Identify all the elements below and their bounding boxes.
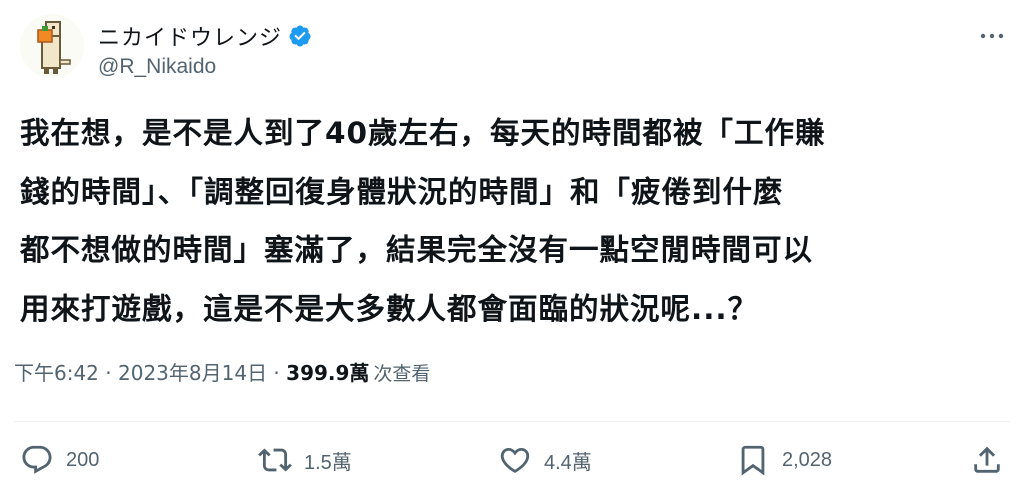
bookmark-icon: [741, 445, 765, 476]
retweet-icon: [258, 448, 292, 472]
tweet-time[interactable]: 下午6:42: [14, 357, 99, 386]
pixel-dog-with-orange-icon: [20, 14, 84, 78]
display-name[interactable]: ニカイドウレンジ: [98, 20, 282, 52]
like-count: 4.4萬: [544, 451, 592, 474]
verified-badge-icon: [289, 25, 311, 47]
retweet-count: 1.5萬: [304, 451, 352, 474]
heart-icon: [500, 447, 530, 473]
meta-separator: ·: [98, 361, 118, 385]
divider: [14, 421, 1010, 422]
reply-button[interactable]: 200: [20, 440, 99, 480]
tweet-header: ニカイドウレンジ @R_Nikaido: [20, 14, 1010, 86]
tweet-date[interactable]: 2023年8月14日: [118, 357, 267, 386]
like-button[interactable]: 4.4萬: [498, 440, 592, 480]
meta-separator: ·: [267, 361, 287, 385]
bookmark-count: 2,028: [782, 448, 833, 471]
share-button[interactable]: [970, 440, 1004, 480]
views-count: 399.9萬: [286, 361, 370, 385]
name-row: ニカイドウレンジ: [98, 20, 312, 52]
more-options-icon[interactable]: [978, 26, 1006, 46]
avatar[interactable]: [20, 14, 84, 78]
tweet-meta: 下午6:42 · 2023年8月14日 · 399.9萬 次查看: [14, 357, 430, 386]
bookmark-button[interactable]: 2,028: [736, 440, 832, 480]
tweet-text: 我在想，是不是人到了40歲左右，每天的時間都被「工作賺 錢的時間」、「調整回復身…: [20, 116, 826, 326]
user-handle[interactable]: @R_Nikaido: [98, 55, 216, 79]
action-bar: 200 1.5萬 4.4萬 2,028: [20, 440, 1010, 480]
views-label: 次查看: [373, 363, 431, 385]
reply-count: 200: [66, 448, 100, 471]
reply-icon: [22, 445, 52, 474]
retweet-button[interactable]: 1.5萬: [258, 440, 352, 480]
share-icon: [974, 446, 1000, 473]
